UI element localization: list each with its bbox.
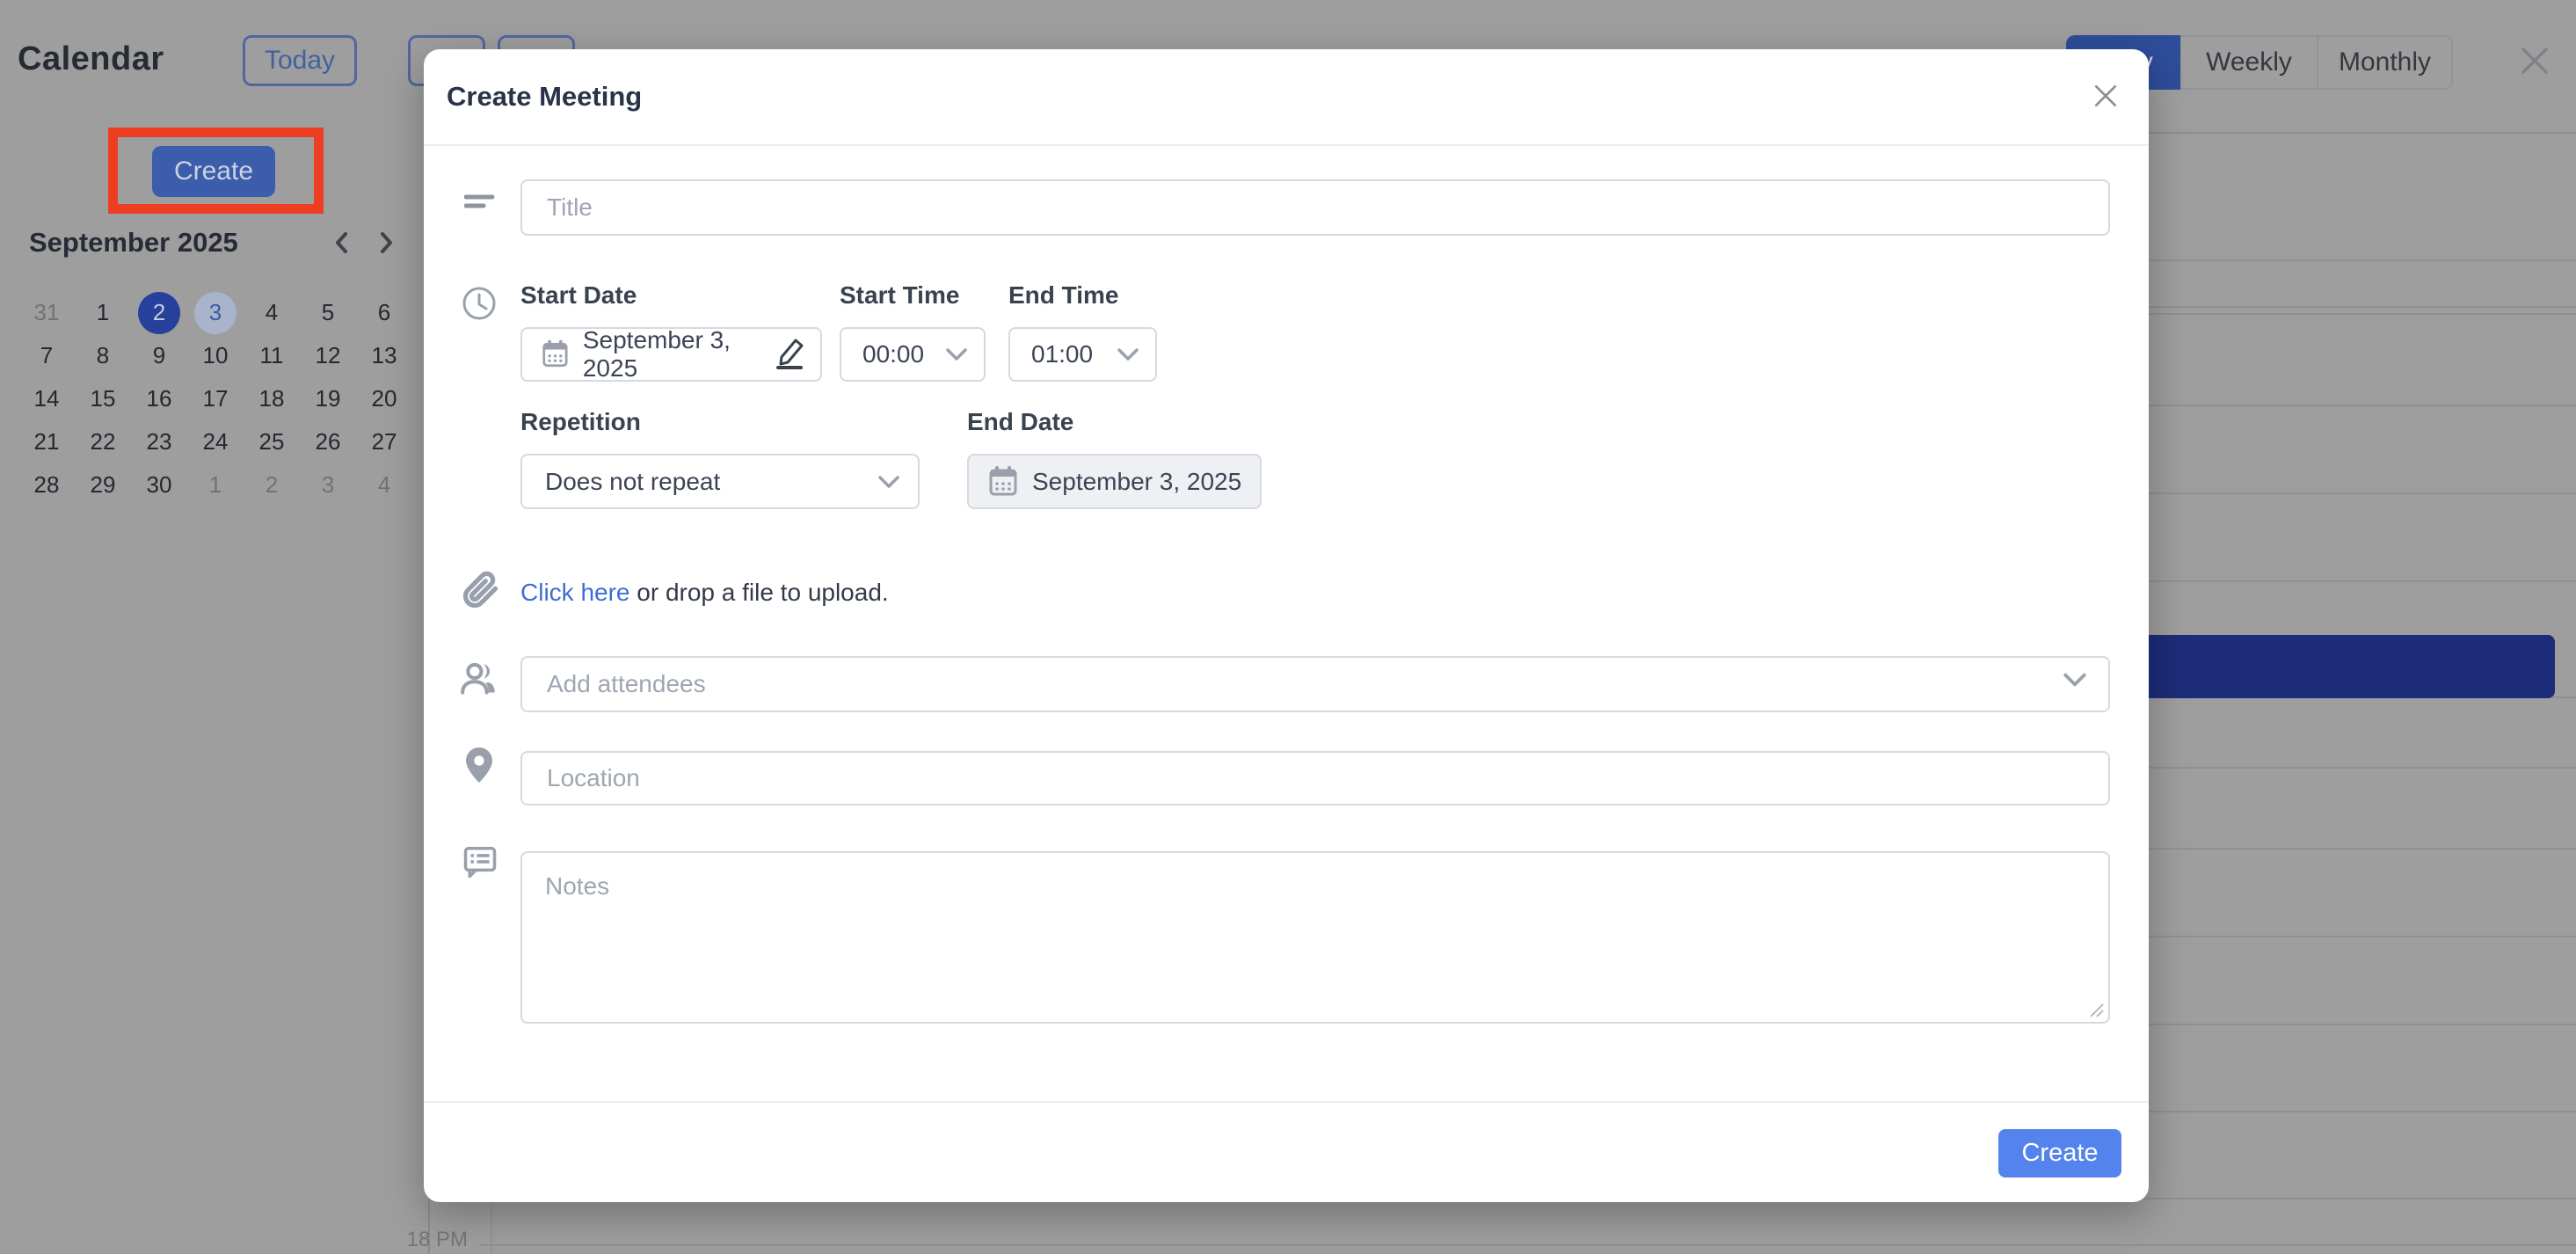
mini-calendar-day[interactable]: 6 xyxy=(356,291,412,334)
mini-calendar-day[interactable]: 1 xyxy=(75,291,131,334)
mini-calendar-day[interactable]: 12 xyxy=(300,334,356,377)
mini-calendar-day[interactable]: 27 xyxy=(356,420,412,463)
location-input[interactable] xyxy=(520,751,2110,806)
start-date-field[interactable]: September 3, 2025 xyxy=(520,327,822,382)
mini-calendar-day[interactable]: 15 xyxy=(75,377,131,420)
mini-calendar-day[interactable]: 4 xyxy=(356,463,412,507)
start-time-label: Start Time xyxy=(840,281,959,310)
mini-calendar-day[interactable]: 9 xyxy=(131,334,187,377)
mini-calendar-day[interactable]: 28 xyxy=(18,463,75,507)
end-time-label: End Time xyxy=(1008,281,1119,310)
annotation-highlight-rect xyxy=(108,128,324,214)
end-date-label: End Date xyxy=(967,408,1073,436)
mini-calendar-day[interactable]: 19 xyxy=(300,377,356,420)
view-button-weekly[interactable]: Weekly xyxy=(2180,35,2318,90)
close-icon xyxy=(2518,44,2551,77)
mini-calendar-day[interactable]: 17 xyxy=(187,377,244,420)
mini-calendar-day[interactable]: 24 xyxy=(187,420,244,463)
mini-calendar-day[interactable]: 8 xyxy=(75,334,131,377)
chevron-down-icon xyxy=(877,475,900,489)
mini-calendar-day[interactable]: 18 xyxy=(244,377,300,420)
mini-calendar-day[interactable]: 4 xyxy=(244,291,300,334)
mini-calendar-day[interactable]: 21 xyxy=(18,420,75,463)
mini-calendar-day[interactable]: 11 xyxy=(244,334,300,377)
title-input[interactable] xyxy=(520,179,2110,236)
resize-handle[interactable] xyxy=(2087,1001,2105,1018)
chevron-left-icon xyxy=(327,227,359,259)
today-button[interactable]: Today xyxy=(243,35,357,86)
mini-calendar-day[interactable]: 1 xyxy=(187,463,244,507)
mini-calendar-month-label: September 2025 xyxy=(29,227,238,259)
calendar-icon xyxy=(988,466,1018,498)
repetition-select[interactable]: Does not repeat xyxy=(520,454,920,509)
pencil-icon xyxy=(773,334,806,369)
mini-calendar-day[interactable]: 14 xyxy=(18,377,75,420)
create-meeting-modal: Create Meeting Start Date Start Time End… xyxy=(424,49,2149,1202)
attachment-row: Click here or drop a file to upload. xyxy=(520,579,889,607)
modal-header-divider xyxy=(424,144,2149,146)
repetition-label: Repetition xyxy=(520,408,641,436)
attendees-input[interactable] xyxy=(520,656,2110,712)
chevron-down-icon[interactable] xyxy=(2063,672,2087,688)
start-time-value: 00:00 xyxy=(862,340,924,368)
start-time-select[interactable]: 00:00 xyxy=(840,327,986,382)
mini-calendar-day[interactable]: 26 xyxy=(300,420,356,463)
mini-calendar-day[interactable]: 3 xyxy=(300,463,356,507)
title-icon xyxy=(464,193,496,213)
start-date-value: September 3, 2025 xyxy=(583,326,773,383)
mini-calendar-day[interactable]: 16 xyxy=(131,377,187,420)
mini-calendar: 3112345678910111213141516171819202122232… xyxy=(18,291,412,507)
chevron-down-icon xyxy=(1117,347,1139,361)
modal-create-button[interactable]: Create xyxy=(1998,1129,2121,1177)
mini-calendar-day[interactable]: 13 xyxy=(356,334,412,377)
mini-calendar-prev-button[interactable] xyxy=(327,227,359,259)
mini-calendar-day[interactable]: 2 xyxy=(138,292,180,334)
paperclip-icon xyxy=(462,570,499,610)
mini-calendar-day[interactable]: 5 xyxy=(300,291,356,334)
mini-calendar-day[interactable]: 22 xyxy=(75,420,131,463)
chevron-down-icon xyxy=(945,347,968,361)
mini-calendar-day[interactable]: 31 xyxy=(18,291,75,334)
page-title: Calendar xyxy=(18,40,164,78)
close-icon xyxy=(2091,81,2121,111)
mini-calendar-day[interactable]: 25 xyxy=(244,420,300,463)
gridline xyxy=(479,1244,2576,1246)
mini-calendar-day[interactable]: 29 xyxy=(75,463,131,507)
repetition-value: Does not repeat xyxy=(545,468,720,496)
modal-footer-divider xyxy=(424,1101,2149,1103)
modal-title: Create Meeting xyxy=(447,81,642,113)
modal-close-button[interactable] xyxy=(2088,79,2123,114)
page-close-button[interactable] xyxy=(2518,44,2551,77)
notes-icon xyxy=(462,844,498,879)
clock-icon xyxy=(461,285,498,322)
attendees-icon xyxy=(459,660,498,696)
upload-text: or drop a file to upload. xyxy=(629,579,888,606)
view-button-monthly[interactable]: Monthly xyxy=(2318,35,2453,90)
end-time-select[interactable]: 01:00 xyxy=(1008,327,1157,382)
mini-calendar-day[interactable]: 3 xyxy=(194,292,236,334)
mini-calendar-day[interactable]: 23 xyxy=(131,420,187,463)
upload-link[interactable]: Click here xyxy=(520,579,629,606)
mini-calendar-next-button[interactable] xyxy=(369,227,401,259)
mini-calendar-day[interactable]: 30 xyxy=(131,463,187,507)
notes-textarea[interactable] xyxy=(520,851,2110,1024)
mini-calendar-day[interactable]: 7 xyxy=(18,334,75,377)
start-date-label: Start Date xyxy=(520,281,637,310)
chevron-right-icon xyxy=(369,227,401,259)
mini-calendar-day[interactable]: 10 xyxy=(187,334,244,377)
location-icon xyxy=(466,747,492,783)
time-gutter-label: 18 PM xyxy=(401,1228,468,1252)
calendar-icon xyxy=(542,339,569,370)
mini-calendar-day[interactable]: 2 xyxy=(244,463,300,507)
end-time-value: 01:00 xyxy=(1031,340,1093,368)
end-date-value: September 3, 2025 xyxy=(1032,468,1241,496)
end-date-field[interactable]: September 3, 2025 xyxy=(967,454,1262,509)
edit-date-button[interactable] xyxy=(773,334,806,375)
mini-calendar-day[interactable]: 20 xyxy=(356,377,412,420)
